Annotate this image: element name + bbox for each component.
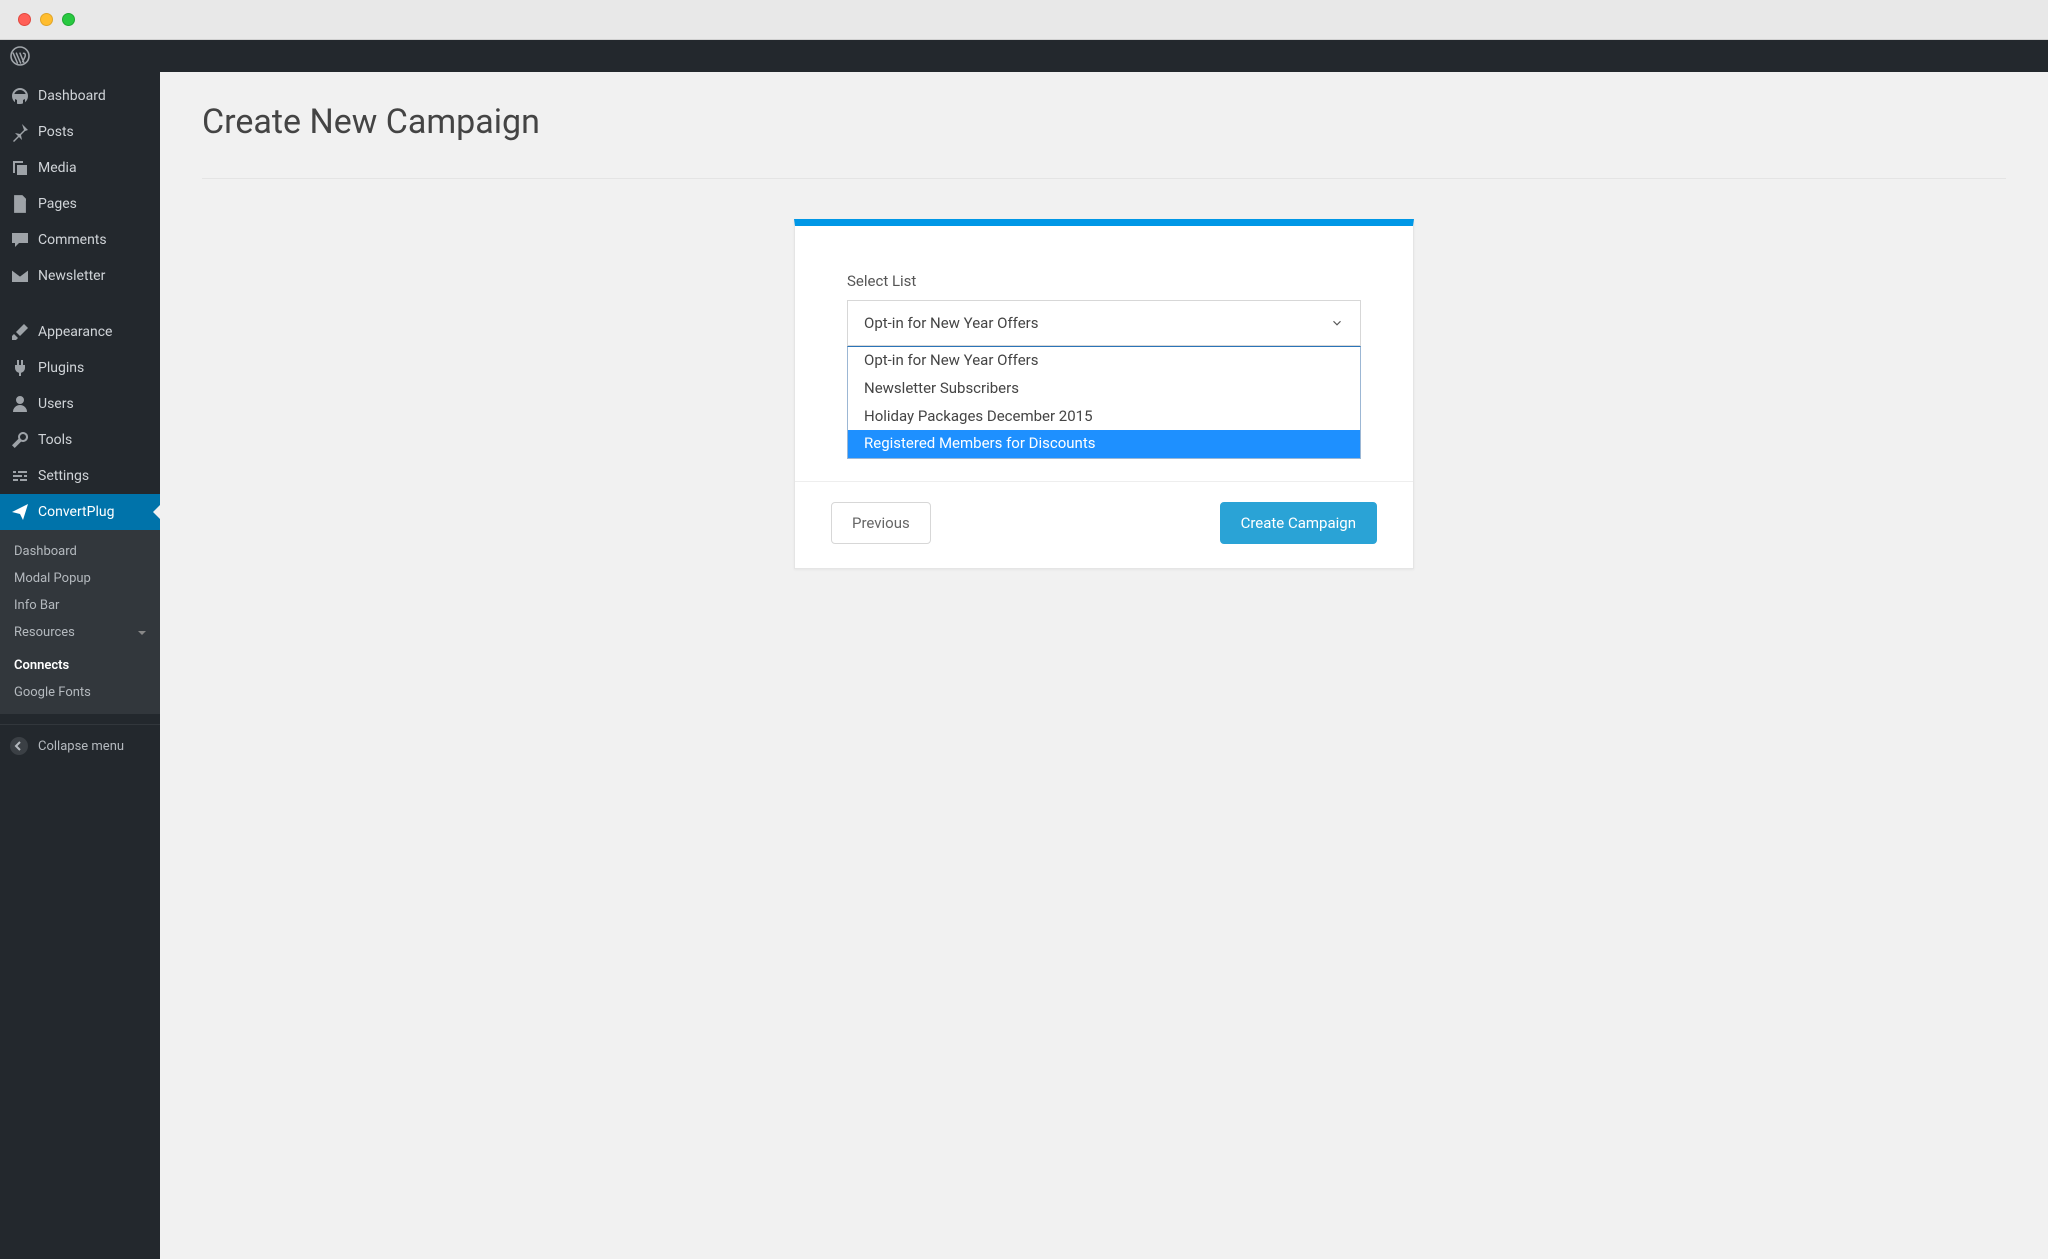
select-list-dropdown[interactable]: Opt-in for New Year Offers: [847, 300, 1361, 346]
sidebar-item-dashboard[interactable]: Dashboard: [0, 78, 160, 114]
sidebar-subitem-label: Info Bar: [14, 598, 59, 613]
wrench-icon: [10, 430, 30, 450]
wp-admin-bar: [0, 40, 2048, 72]
dashboard-icon: [10, 86, 30, 106]
select-list-option[interactable]: Newsletter Subscribers: [848, 375, 1360, 403]
sidebar-item-label: Media: [38, 160, 77, 176]
collapse-icon: [10, 737, 28, 755]
select-list-options: Opt-in for New Year OffersNewsletter Sub…: [847, 346, 1361, 459]
sidebar-item-appearance[interactable]: Appearance: [0, 314, 160, 350]
window-close-button[interactable]: [18, 13, 31, 26]
sidebar-item-posts[interactable]: Posts: [0, 114, 160, 150]
previous-button-label: Previous: [852, 514, 910, 532]
pages-icon: [10, 194, 30, 214]
sidebar-subitem-cp-dashboard[interactable]: Dashboard: [0, 538, 160, 565]
sidebar-item-label: Dashboard: [38, 88, 106, 104]
create-campaign-button-label: Create Campaign: [1241, 514, 1356, 532]
page-title: Create New Campaign: [202, 102, 2006, 142]
divider: [202, 178, 2006, 179]
window-minimize-button[interactable]: [40, 13, 53, 26]
sidebar-item-convertplug[interactable]: ConvertPlug: [0, 494, 160, 530]
sidebar-subitem-label: Google Fonts: [14, 685, 91, 700]
campaign-panel: Select List Opt-in for New Year Offers O…: [794, 219, 1414, 569]
select-list-label: Select List: [847, 272, 1361, 290]
sidebar-item-settings[interactable]: Settings: [0, 458, 160, 494]
paperplane-icon: [10, 502, 30, 522]
mail-icon: [10, 266, 30, 286]
pin-icon: [10, 122, 30, 142]
sidebar-item-label: Settings: [38, 468, 89, 484]
chevron-down-icon: [138, 631, 146, 639]
plug-icon: [10, 358, 30, 378]
sidebar-subitem-cp-modalpopup[interactable]: Modal Popup: [0, 565, 160, 592]
create-campaign-button[interactable]: Create Campaign: [1220, 502, 1377, 544]
sidebar-item-label: Tools: [38, 432, 72, 448]
previous-button[interactable]: Previous: [831, 502, 931, 544]
select-list-selected-value: Opt-in for New Year Offers: [864, 314, 1038, 332]
sliders-icon: [10, 466, 30, 486]
main-content: Create New Campaign Select List Opt-in f…: [160, 72, 2048, 1259]
sidebar-item-label: Newsletter: [38, 268, 105, 284]
window-titlebar: [0, 0, 2048, 40]
sidebar-item-label: ConvertPlug: [38, 504, 114, 520]
sidebar-subitem-label: Modal Popup: [14, 571, 91, 586]
sidebar-item-media[interactable]: Media: [0, 150, 160, 186]
chevron-down-icon: [1330, 316, 1344, 330]
sidebar-submenu: Dashboard Modal Popup Info Bar Resources Con…: [0, 530, 160, 714]
sidebar-subitem-label: Resources: [14, 625, 75, 640]
wordpress-logo-icon[interactable]: [10, 46, 30, 66]
sidebar-item-tools[interactable]: Tools: [0, 422, 160, 458]
sidebar-subitem-cp-connects[interactable]: Connects: [0, 652, 160, 679]
panel-footer: Previous Create Campaign: [795, 481, 1413, 568]
collapse-menu-button[interactable]: Collapse menu: [0, 724, 160, 767]
sidebar-item-users[interactable]: Users: [0, 386, 160, 422]
window-maximize-button[interactable]: [62, 13, 75, 26]
sidebar-item-pages[interactable]: Pages: [0, 186, 160, 222]
media-icon: [10, 158, 30, 178]
select-list-option[interactable]: Registered Members for Discounts: [848, 430, 1360, 458]
sidebar-subitem-cp-googlefonts[interactable]: Google Fonts: [0, 679, 160, 706]
sidebar-item-label: Comments: [38, 232, 107, 248]
sidebar-item-label: Plugins: [38, 360, 84, 376]
sidebar-item-plugins[interactable]: Plugins: [0, 350, 160, 386]
collapse-menu-label: Collapse menu: [38, 739, 124, 754]
brush-icon: [10, 322, 30, 342]
sidebar-subitem-label: Connects: [14, 658, 69, 673]
comment-icon: [10, 230, 30, 250]
sidebar-subitem-label: Dashboard: [14, 544, 77, 559]
sidebar-subitem-cp-infobar[interactable]: Info Bar: [0, 592, 160, 619]
admin-sidebar: Dashboard Posts Media Pages Comments Newslett…: [0, 72, 160, 1259]
select-list-option[interactable]: Holiday Packages December 2015: [848, 403, 1360, 431]
sidebar-item-label: Appearance: [38, 324, 112, 340]
sidebar-subitem-cp-resources[interactable]: Resources: [0, 619, 160, 646]
sidebar-item-comments[interactable]: Comments: [0, 222, 160, 258]
sidebar-item-label: Posts: [38, 124, 74, 140]
sidebar-item-newsletter[interactable]: Newsletter: [0, 258, 160, 294]
sidebar-item-label: Users: [38, 396, 74, 412]
user-icon: [10, 394, 30, 414]
select-list-option[interactable]: Opt-in for New Year Offers: [848, 347, 1360, 375]
sidebar-item-label: Pages: [38, 196, 77, 212]
